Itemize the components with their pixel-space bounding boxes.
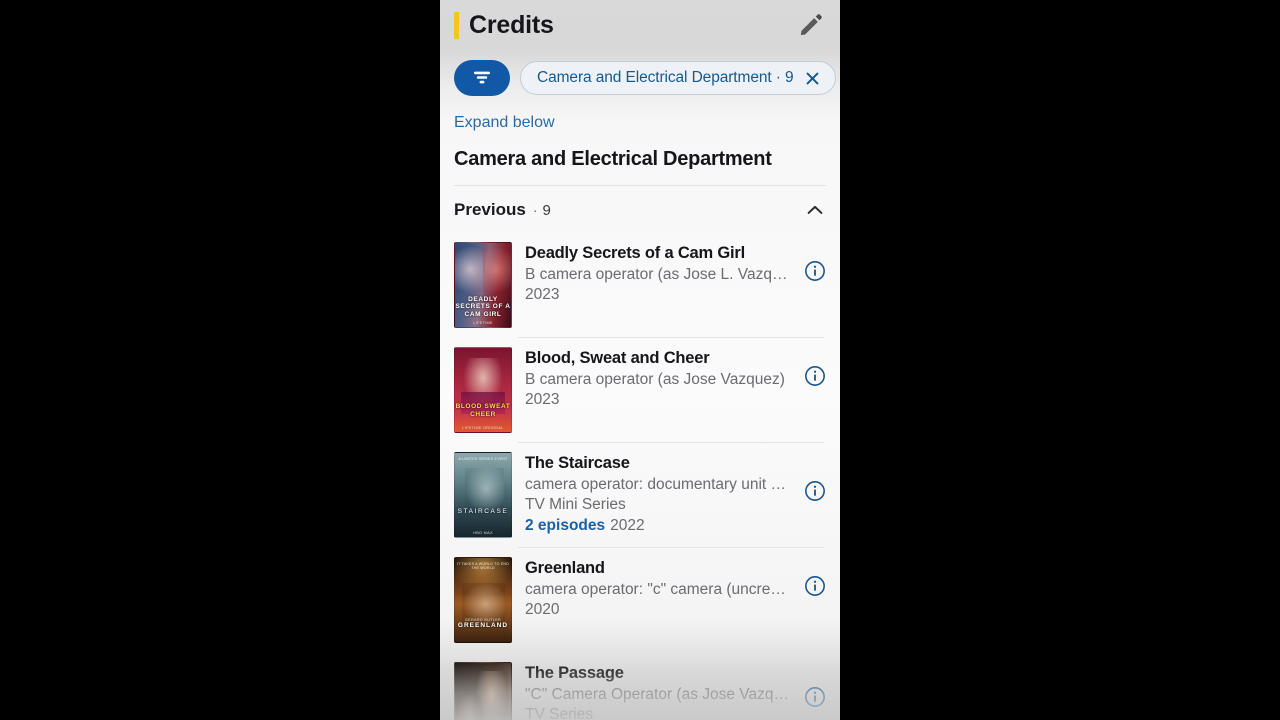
poster-top-text: IT TAKES A WORLD TO END THE WORLD (457, 562, 509, 570)
section-count: 9 (542, 201, 551, 219)
credit-meta: 2 episodes 2022 (525, 516, 791, 537)
table-row[interactable]: A LIMITED SERIES EVENT STAIRCASE HBO MAX… (440, 443, 840, 547)
credit-year: 2023 (525, 285, 560, 303)
poster-badge: LIFETIME ORIGINAL (462, 426, 504, 430)
credit-year: 2022 (610, 516, 645, 534)
credit-meta: 2023 (525, 285, 791, 306)
credit-title: The Staircase (525, 454, 630, 472)
credit-title: The Passage (525, 664, 624, 682)
credit-meta: 2023 (525, 390, 791, 411)
section-header-previous[interactable]: Previous · 9 (440, 186, 840, 233)
expand-below-link[interactable]: Expand below (440, 104, 569, 138)
title-accent-bar (454, 11, 459, 39)
credit-year: 2023 (525, 390, 560, 408)
credit-text: Blood, Sweat and Cheer B camera operator… (525, 347, 791, 411)
deadly-secrets-of-a-cam-girl-poster: DEADLY SECRETS OF A CAM GIRL LIFETIME (454, 242, 512, 328)
filter-button[interactable] (454, 60, 510, 96)
credit-role: camera operator: "c" camera (uncredite… (525, 580, 791, 598)
info-circle-icon[interactable] (804, 260, 826, 282)
credit-text: Deadly Secrets of a Cam Girl B camera op… (525, 242, 791, 306)
episodes-link[interactable]: 2 episodes (525, 517, 605, 534)
blood-sweat-and-cheer-poster: BLOOD SWEAT CHEER LIFETIME ORIGINAL (454, 347, 512, 433)
credit-role: "C" Camera Operator (as Jose Vazquez) (525, 685, 791, 703)
filter-funnel-icon (470, 65, 494, 92)
credit-role: B camera operator (as Jose Vazquez) (525, 370, 785, 388)
info-circle-icon[interactable] (804, 575, 826, 597)
credit-text: The Staircase camera operator: documenta… (525, 452, 791, 537)
credit-text: The Passage "C" Camera Operator (as Jose… (525, 662, 791, 720)
poster-top-text: A LIMITED SERIES EVENT (458, 457, 508, 461)
poster-badge: GERARD BUTLER (464, 618, 502, 622)
the-passage-poster: THE PASSAGE (454, 662, 512, 720)
info-circle-icon[interactable] (804, 480, 826, 502)
credit-text: Greenland camera operator: "c" camera (u… (525, 557, 791, 621)
table-row[interactable]: DEADLY SECRETS OF A CAM GIRL LIFETIME De… (440, 233, 840, 337)
filter-row: Camera and Electrical Department · 9 (440, 50, 840, 104)
poster-caption: DEADLY SECRETS OF A CAM GIRL (455, 295, 511, 318)
page-content: Credits Camera and Electrical Department… (440, 0, 840, 720)
credit-type: TV Mini Series (525, 495, 626, 513)
credits-list: DEADLY SECRETS OF A CAM GIRL LIFETIME De… (440, 233, 840, 720)
credit-meta: 2020 (525, 600, 791, 621)
section-title: Previous (454, 200, 526, 219)
credit-type: TV Series (525, 705, 594, 720)
poster-badge: HBO MAX (473, 531, 493, 535)
chevron-up-icon[interactable] (804, 199, 826, 221)
credit-title: Blood, Sweat and Cheer (525, 349, 710, 367)
screen: Credits Camera and Electrical Department… (0, 0, 1280, 720)
close-x-icon[interactable] (804, 70, 821, 87)
filter-chip-label: Camera and Electrical Department · 9 (537, 69, 794, 86)
greenland-poster: IT TAKES A WORLD TO END THE WORLD GREENL… (454, 557, 512, 643)
expand-below-wrap: Expand below (440, 104, 840, 138)
poster-caption: GREENLAND (457, 621, 509, 629)
pencil-icon[interactable] (798, 12, 824, 38)
credit-title: Greenland (525, 559, 605, 577)
info-circle-icon[interactable] (804, 686, 826, 708)
the-staircase-poster: A LIMITED SERIES EVENT STAIRCASE HBO MAX (454, 452, 512, 538)
table-row[interactable]: BLOOD SWEAT CHEER LIFETIME ORIGINAL Bloo… (440, 338, 840, 442)
credit-role: camera operator: documentary unit (as… (525, 475, 791, 493)
filter-chip-department[interactable]: Camera and Electrical Department · 9 (520, 61, 836, 95)
poster-badge: LIFETIME (473, 321, 493, 325)
poster-caption: BLOOD SWEAT CHEER (455, 403, 511, 418)
poster-caption: STAIRCASE (457, 507, 509, 515)
page-header: Credits (440, 0, 840, 50)
credit-role: B camera operator (as Jose L. Vazquez) (525, 265, 791, 283)
department-heading: Camera and Electrical Department (454, 148, 772, 170)
credit-year: 2020 (525, 600, 560, 618)
credit-title: Deadly Secrets of a Cam Girl (525, 244, 745, 262)
section-separator: · (532, 202, 538, 218)
page-title: Credits (469, 10, 554, 39)
table-row[interactable]: IT TAKES A WORLD TO END THE WORLD GREENL… (440, 548, 840, 652)
phone-viewport: Credits Camera and Electrical Department… (440, 0, 840, 720)
table-row[interactable]: THE PASSAGE The Passage "C" Camera Opera… (440, 653, 840, 720)
info-circle-icon[interactable] (804, 365, 826, 387)
